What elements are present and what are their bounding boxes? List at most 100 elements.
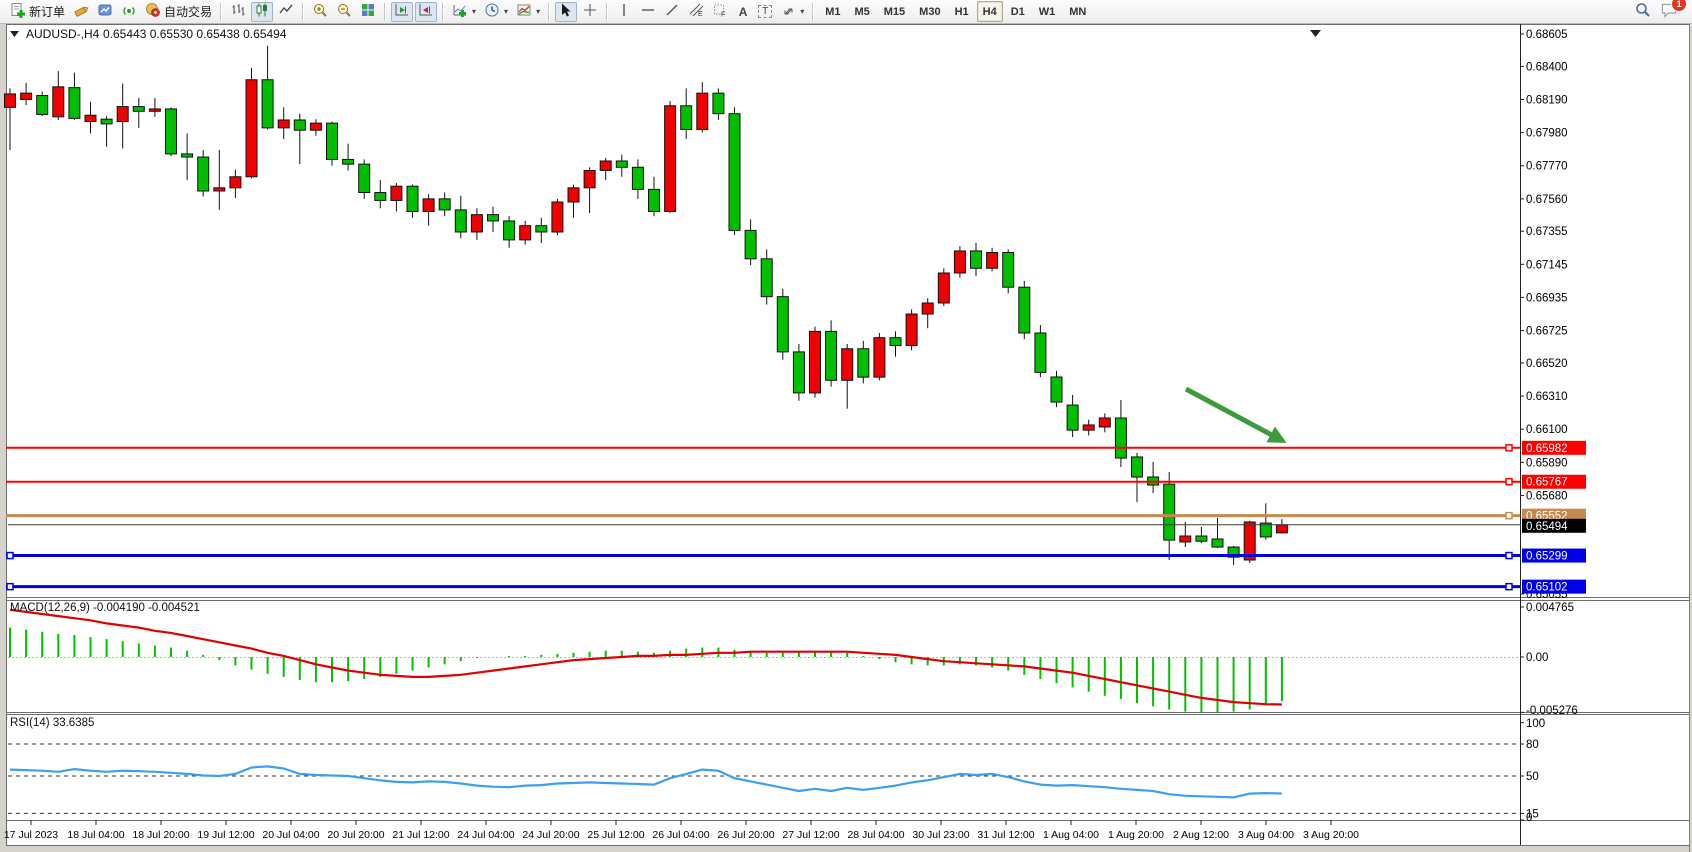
main-toolbar: 新订单 自动交易 (0, 0, 1692, 24)
clock-icon (484, 2, 500, 21)
bull-candle (246, 80, 257, 177)
text-tool-button[interactable]: A (733, 2, 753, 22)
time-tick-label: 24 Jul 20:00 (522, 829, 579, 841)
macd-axis-label: 0.004765 (1526, 602, 1574, 614)
toolbar-separator (442, 3, 444, 21)
bear-candle (971, 251, 982, 268)
depth-of-market-button[interactable] (94, 2, 116, 22)
zoom-out-button[interactable] (333, 2, 355, 22)
line-price-label: 0.65102 (1526, 582, 1568, 594)
tile-windows-button[interactable] (357, 2, 379, 22)
timeframe-button-mn[interactable]: MN (1063, 1, 1092, 22)
bear-candle (182, 154, 193, 157)
new-order-button[interactable]: 新订单 (7, 2, 68, 22)
price-tick-label: 0.67980 (1526, 128, 1568, 140)
vertical-line-icon (616, 2, 632, 21)
line-handle[interactable] (1506, 513, 1512, 519)
timeframe-button-m15[interactable]: M15 (878, 1, 911, 22)
bear-candle (616, 161, 627, 167)
price-tick-label: 0.68190 (1526, 94, 1568, 106)
indicators-dropdown-caret[interactable]: ▾ (472, 7, 476, 16)
label-tool-button[interactable]: T (755, 2, 775, 22)
toolbar-separator (606, 3, 608, 21)
bull-candle (278, 120, 289, 128)
price-tick-label: 0.66935 (1526, 292, 1568, 304)
bull-candle (391, 186, 402, 200)
rsi-axis-label: 0 (1526, 812, 1532, 824)
bull-candle (1083, 425, 1094, 430)
horizontal-line-tool-button[interactable] (637, 2, 659, 22)
timeframe-button-m5[interactable]: M5 (848, 1, 875, 22)
bull-candle (1099, 418, 1110, 427)
periods-dropdown-caret[interactable]: ▾ (504, 7, 508, 16)
timeframe-button-m30[interactable]: M30 (913, 1, 946, 22)
periods-button[interactable]: ▾ (481, 2, 511, 22)
grid-tool-button[interactable]: F (709, 2, 731, 22)
auto-scroll-button[interactable] (391, 2, 413, 22)
line-chart-icon (278, 2, 294, 21)
templates-dropdown-caret[interactable]: ▾ (536, 7, 540, 16)
line-handle[interactable] (1506, 553, 1512, 559)
fibonacci-tool-button[interactable]: E (685, 2, 707, 22)
bear-candle (198, 157, 209, 191)
time-tick-label: 2 Aug 12:00 (1173, 829, 1229, 841)
new-order-label: 新订单 (29, 3, 65, 20)
indicators-button[interactable]: ▾ (449, 2, 479, 22)
bear-candle (1115, 418, 1126, 458)
zoom-in-button[interactable] (309, 2, 331, 22)
chat-button[interactable]: 1 (1657, 2, 1681, 22)
price-tick-label: 0.67560 (1526, 194, 1568, 206)
cursor-tool-button[interactable] (555, 2, 577, 22)
line-handle[interactable] (7, 553, 13, 559)
time-tick-label: 20 Jul 20:00 (327, 829, 384, 841)
line-handle[interactable] (1506, 445, 1512, 451)
bull-candle (552, 202, 563, 232)
arrows-tool-button[interactable]: ▾ (777, 2, 807, 22)
toolbar-right-icons: 1 (1630, 2, 1682, 22)
candlestick-mode-button[interactable] (251, 2, 273, 22)
chart-shift-button[interactable] (415, 2, 437, 22)
arrows-dropdown-caret[interactable]: ▾ (800, 7, 804, 16)
grid-tool-icon: F (712, 2, 728, 21)
bear-candle (713, 93, 724, 114)
line-handle[interactable] (1506, 479, 1512, 485)
bear-candle (793, 352, 804, 393)
svg-text:F: F (721, 12, 725, 19)
cursor-icon (558, 2, 574, 21)
signals-button[interactable] (118, 2, 140, 22)
bar-chart-mode-button[interactable] (227, 2, 249, 22)
vertical-line-tool-button[interactable] (613, 2, 635, 22)
bear-candle (729, 114, 740, 231)
line-handle[interactable] (7, 584, 13, 590)
notification-badge[interactable]: 1 (1671, 0, 1687, 12)
bear-candle (455, 210, 466, 232)
chart-shift-icon (418, 2, 434, 21)
timeframe-button-h1[interactable]: H1 (949, 1, 975, 22)
search-button[interactable] (1631, 2, 1655, 22)
timeframe-button-h4[interactable]: H4 (977, 1, 1003, 22)
time-tick-label: 25 Jul 12:00 (587, 829, 644, 841)
bull-candle (21, 93, 32, 99)
auto-trading-button[interactable]: 自动交易 (142, 2, 215, 22)
line-handle[interactable] (1506, 584, 1512, 590)
line-chart-mode-button[interactable] (275, 2, 297, 22)
bear-candle (262, 80, 273, 128)
price-tick-label: 0.65890 (1526, 457, 1568, 469)
bear-candle (858, 349, 869, 377)
bull-candle (842, 349, 853, 381)
price-tick-label: 0.68400 (1526, 61, 1568, 73)
timeframe-button-w1[interactable]: W1 (1033, 1, 1062, 22)
bull-candle (5, 94, 16, 107)
bear-candle (69, 88, 80, 119)
bear-candle (407, 186, 418, 211)
bear-candle (101, 119, 112, 124)
bull-candle (810, 331, 821, 393)
trendline-tool-button[interactable] (661, 2, 683, 22)
styler-button[interactable] (70, 2, 92, 22)
timeframe-button-d1[interactable]: D1 (1005, 1, 1031, 22)
timeframe-button-m1[interactable]: M1 (819, 1, 846, 22)
templates-button[interactable]: ▾ (513, 2, 543, 22)
time-tick-label: 1 Aug 04:00 (1043, 829, 1099, 841)
chart-title: AUDUSD-,H40.65443 0.65530 0.65438 0.6549… (10, 27, 287, 41)
crosshair-tool-button[interactable] (579, 2, 601, 22)
